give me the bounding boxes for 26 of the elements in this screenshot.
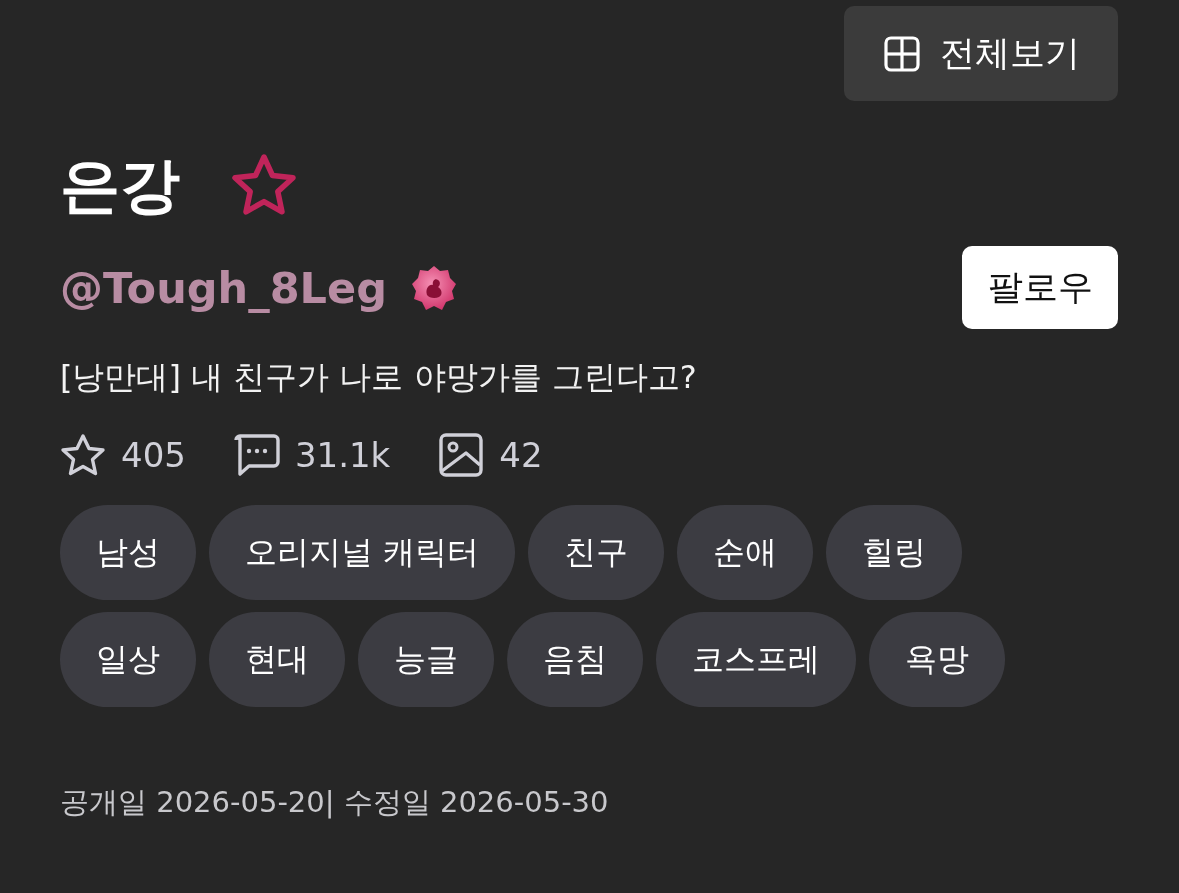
- tag-chip[interactable]: 힐링: [826, 505, 963, 600]
- work-title: 은강: [60, 149, 180, 221]
- stat-count: 31.1k: [294, 434, 391, 477]
- follow-button[interactable]: 팔로우: [962, 246, 1118, 329]
- badge-icon: [410, 264, 457, 311]
- tag-chip[interactable]: 능글: [358, 612, 494, 707]
- author-handle[interactable]: @Tough_8Leg: [60, 259, 387, 316]
- date-info: 공개일 2026-05-20| 수정일 2026-05-30: [60, 784, 610, 821]
- tag-chip[interactable]: 순애: [677, 505, 814, 600]
- view-all-button[interactable]: 전체보기: [844, 6, 1118, 101]
- work-description: [낭만대] 내 친구가 나로 야망가를 그린다고?: [60, 357, 698, 398]
- grid-icon: [884, 35, 920, 72]
- stat-count: 405: [121, 434, 186, 477]
- star-icon: [60, 433, 106, 477]
- stat-count: 42: [499, 434, 543, 477]
- tag-chip[interactable]: 일상: [60, 612, 196, 707]
- tag-chip[interactable]: 욕망: [869, 612, 1005, 707]
- comment-icon: [233, 433, 280, 477]
- tag-chip[interactable]: 코스프레: [656, 612, 856, 707]
- tag-chip[interactable]: 오리지널 캐릭터: [209, 505, 516, 600]
- tag-chip[interactable]: 남성: [60, 505, 196, 600]
- tag-chip[interactable]: 현대: [209, 612, 345, 707]
- tag-chip[interactable]: 음침: [507, 612, 643, 707]
- image-icon: [438, 433, 485, 477]
- favorite-star-icon[interactable]: [230, 153, 298, 217]
- tag-chip[interactable]: 친구: [528, 505, 665, 600]
